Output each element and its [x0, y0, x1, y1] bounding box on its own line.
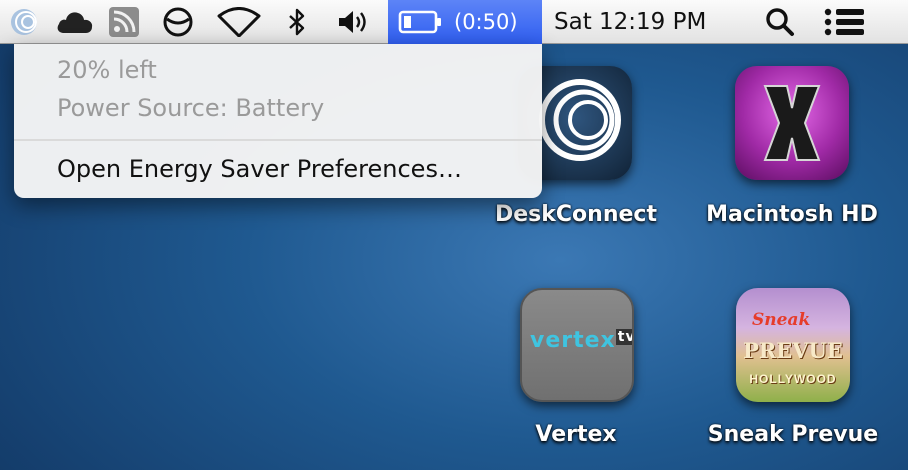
battery-menu-item[interactable]: (0:50)	[388, 0, 542, 44]
battery-icon	[398, 10, 441, 34]
bluetooth-icon[interactable]	[284, 6, 310, 38]
rss-icon[interactable]	[106, 6, 142, 38]
macintosh-hd-icon[interactable]	[735, 66, 849, 180]
cloud-icon[interactable]	[54, 6, 96, 38]
vertex-logo-suffix: tv	[615, 329, 632, 345]
vertex-logo-text: vertex	[530, 328, 616, 353]
desktop-icon-label: DeskConnect	[495, 202, 657, 227]
battery-dropdown-menu: 20% left Power Source: Battery Open Ener…	[14, 44, 542, 198]
sync-icon[interactable]	[160, 6, 196, 38]
volume-icon[interactable]	[336, 6, 372, 38]
wifi-icon[interactable]	[214, 6, 264, 38]
power-source-status: Power Source: Battery	[57, 94, 325, 122]
x-logo-icon	[763, 85, 821, 161]
desktop-icon-label: Macintosh HD	[706, 202, 878, 227]
battery-charge-status: 20% left	[57, 56, 157, 84]
open-energy-saver-preferences-item[interactable]: Open Energy Saver Preferences…	[57, 155, 462, 183]
sneak-logo-script: Sneak	[752, 310, 811, 330]
desktop-icon-label: Sneak Prevue	[707, 422, 879, 447]
notification-center-icon[interactable]	[822, 6, 868, 38]
spotlight-search-icon[interactable]	[762, 6, 798, 38]
menu-bar: (0:50) Sat 12:19 PM	[0, 0, 908, 44]
desktop: DeskConnect Macintosh HD vertex tv Vertex…	[0, 0, 908, 470]
menu-separator	[14, 139, 542, 141]
vertex-app-icon[interactable]: vertex tv	[520, 288, 634, 402]
prevue-logo-text: PREVUE	[743, 338, 843, 363]
sneak-prevue-app-icon[interactable]: Sneak PREVUE HOLLYWOOD	[736, 288, 850, 402]
battery-time-remaining: (0:50)	[454, 10, 518, 34]
deskconnect-icon[interactable]	[6, 6, 42, 38]
desktop-icon-label: Vertex	[535, 422, 617, 447]
hollywood-logo-text: HOLLYWOOD	[749, 372, 837, 386]
menu-bar-clock[interactable]: Sat 12:19 PM	[554, 0, 706, 44]
